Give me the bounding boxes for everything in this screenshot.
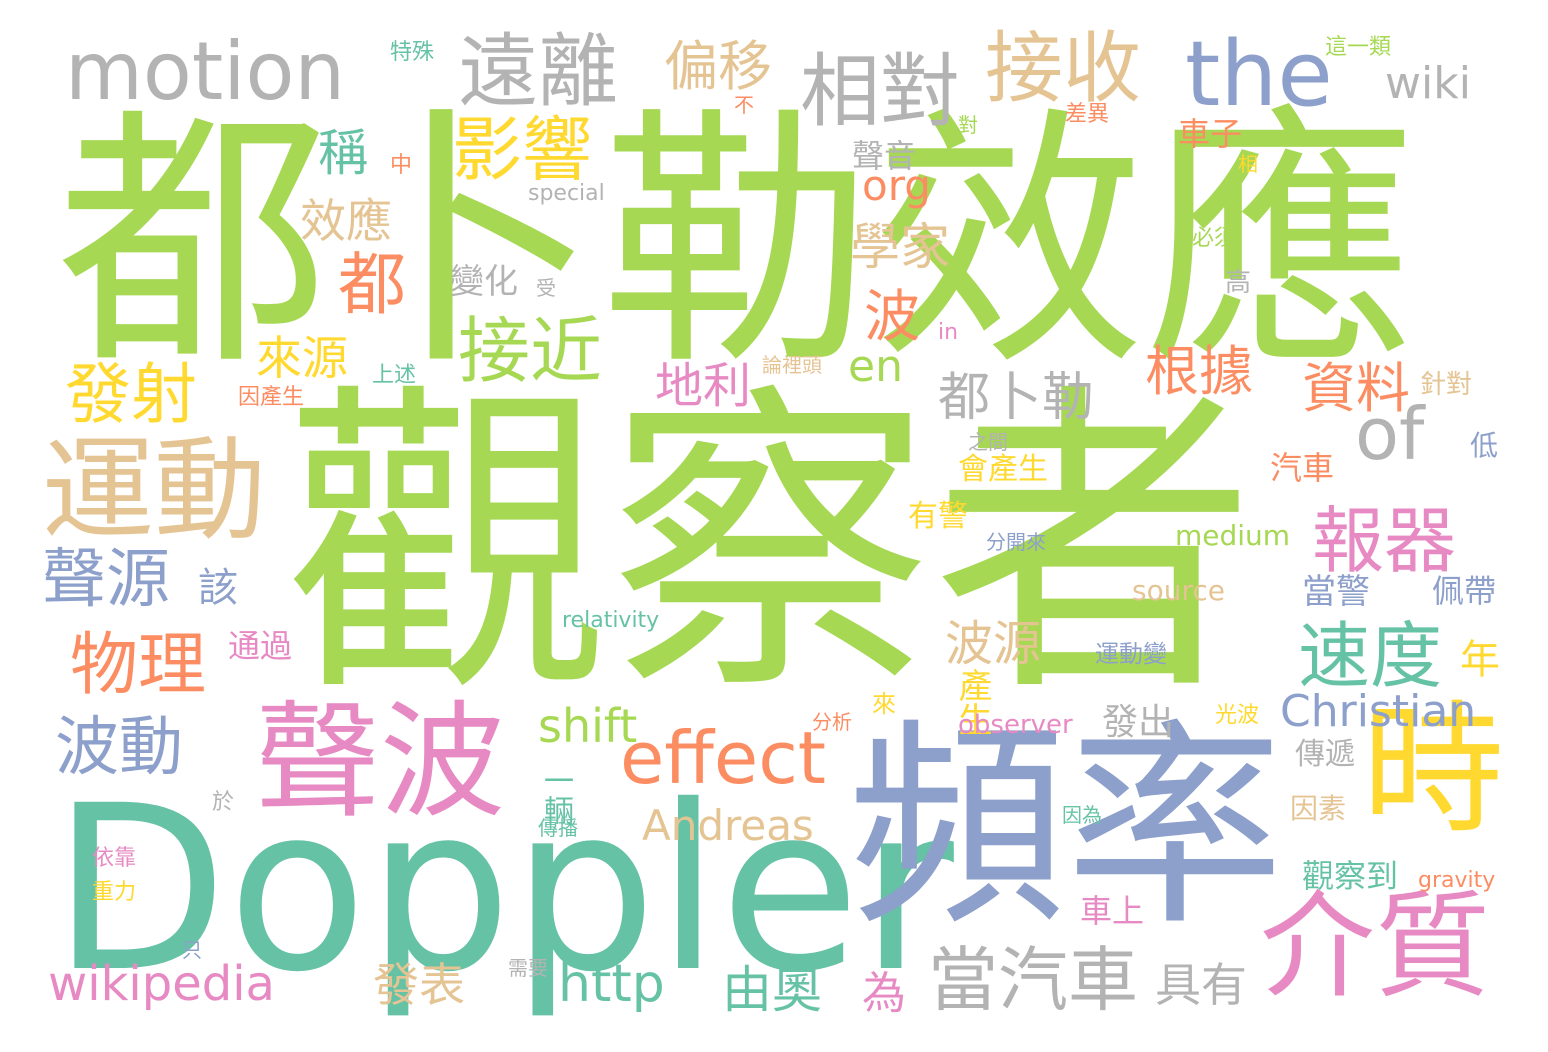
word-year-zh: 年 [1460,637,1500,683]
word-cause-produce-zh: 因產生 [238,385,305,410]
word-when-car-zh: 當汽車 [928,939,1138,1021]
word-at-zh: 於 [212,790,235,815]
word-shift-zh: 偏移 [664,35,772,98]
word-change-zh: 變化 [450,262,518,302]
word-target-zh: 針對 [1420,370,1473,400]
word-because-zh: 因為 [1062,803,1102,827]
word-emit-zh: 發射 [65,356,197,433]
word-between-zh: 之間 [968,430,1008,454]
word-when-police-zh: 當警 [1302,572,1370,612]
word-has-police-zh: 有警 [908,499,968,534]
word-relative-zh: 相對 [800,45,960,138]
word-wikipedia: wikipedia [48,956,275,1012]
word-medium: medium [1175,519,1291,552]
word-cloud: 觀察者 都卜勒效應 Doppler 頻率 聲波 motion 運動 時 介質 遠… [0,0,1548,1052]
word-pass-zh: 通過 [228,627,293,665]
word-wear-zh: 佩帶 [1432,572,1497,610]
word-special-zh: 特殊 [390,40,435,65]
word-come-zh: 來 [872,690,896,718]
word-that-zh: 該 [198,565,238,611]
word-automobile-zh: 汽車 [1270,449,1335,487]
word-gravity-zh: 重力 [92,880,137,905]
word-influence-zh: 影響 [452,109,592,191]
word-special: special [528,181,605,206]
word-motion: motion [65,25,346,118]
word-observer: observer [958,710,1073,740]
word-effect-zh: 效應 [300,194,392,248]
word-source: source [1132,574,1225,607]
word-origin-zh: 來源 [256,331,348,385]
word-call-zh: 稱 [318,124,368,182]
word-motion-change-zh: 運動變 [1095,640,1167,668]
word-emit-out-zh: 發出 [1102,702,1175,743]
word-middle-zh: 中 [390,153,413,178]
word-data-zh: 資料 [1302,357,1410,420]
word-du-zh: 都 [338,246,407,325]
word-this-type-zh: 這一類 [1325,35,1392,60]
word-motion-zh: 運動 [42,426,266,556]
word-according-zh: 根據 [1145,340,1253,403]
word-shift: shift [538,699,638,753]
word-difference-zh: 差異 [1065,102,1110,127]
word-must-zh: 必須 [1192,226,1237,251]
word-only-zh: 只 [182,938,202,962]
word-austria-zh: 地利 [655,358,752,414]
word-will-produce-zh: 會產生 [958,452,1048,487]
word-siren-zh: 報器 [1312,499,1457,583]
word-doppler-zh: 都卜勒 [938,368,1095,428]
word-by-austria-zh: 由奧 [722,961,822,1019]
word-propagate-zh: 傳播 [538,816,578,840]
word-wiki: wiki [1385,58,1471,109]
word-on-car-zh: 車上 [1080,892,1145,930]
word-speed-zh: 速度 [1298,614,1443,698]
word-approach-zh: 接近 [458,309,603,393]
word-analysis-zh: 分析 [812,710,852,734]
word-to-zh: 對 [958,113,978,137]
word-above-zh: 上述 [372,363,417,388]
word-sound-wave-zh: 聲波 [255,690,505,835]
word-observed-zh: 觀察到 [1302,857,1399,895]
word-in: in [938,320,959,345]
word-scientist-zh: 學家 [850,218,950,276]
word-publish-zh: 發表 [373,958,465,1012]
word-andreas: Andreas [642,801,814,850]
word-wave-zh: 波 [864,285,920,350]
word-rely-zh: 依靠 [92,846,137,871]
word-sound-zh: 聲音 [852,137,917,175]
word-as-zh: 為 [862,968,906,1019]
word-transmit-zh: 傳遞 [1295,737,1355,772]
word-http: http [558,954,665,1014]
word-not-zh: 不 [734,93,754,117]
word-light-wave-zh: 光波 [1215,703,1260,728]
word-away-zh: 遠離 [458,25,618,118]
word-separate-zh: 分開來 [986,530,1046,554]
word-need-zh: 需要 [508,956,548,980]
word-relativity: relativity [562,608,660,633]
word-theory-zh: 論裡頭 [762,353,822,377]
word-receive-short-zh: 受 [536,276,556,300]
word-physics-zh: 物理 [70,626,207,705]
word-the: the [1185,22,1333,127]
word-receive-zh: 接收 [985,24,1142,114]
word-have-zh: 具有 [1155,958,1247,1012]
word-frequency-zh: 頻率 [848,702,1284,955]
word-effect: effect [620,716,827,800]
word-low-zh: 低 [1470,429,1499,462]
word-sound-source-zh: 聲源 [42,543,170,617]
word-high-zh: 高 [1225,268,1252,298]
word-car-zh: 車子 [1178,115,1243,153]
word-wave-source-zh: 波源 [945,616,1042,672]
word-mutual-zh: 相 [1238,152,1258,176]
word-en: en [848,341,903,392]
word-gravity: gravity [1418,868,1496,893]
word-factor-zh: 因素 [1290,792,1347,825]
word-christian: Christian [1280,686,1477,737]
word-wave-motion-zh: 波動 [55,711,183,785]
word-medium-zh: 介質 [1260,880,1491,1014]
